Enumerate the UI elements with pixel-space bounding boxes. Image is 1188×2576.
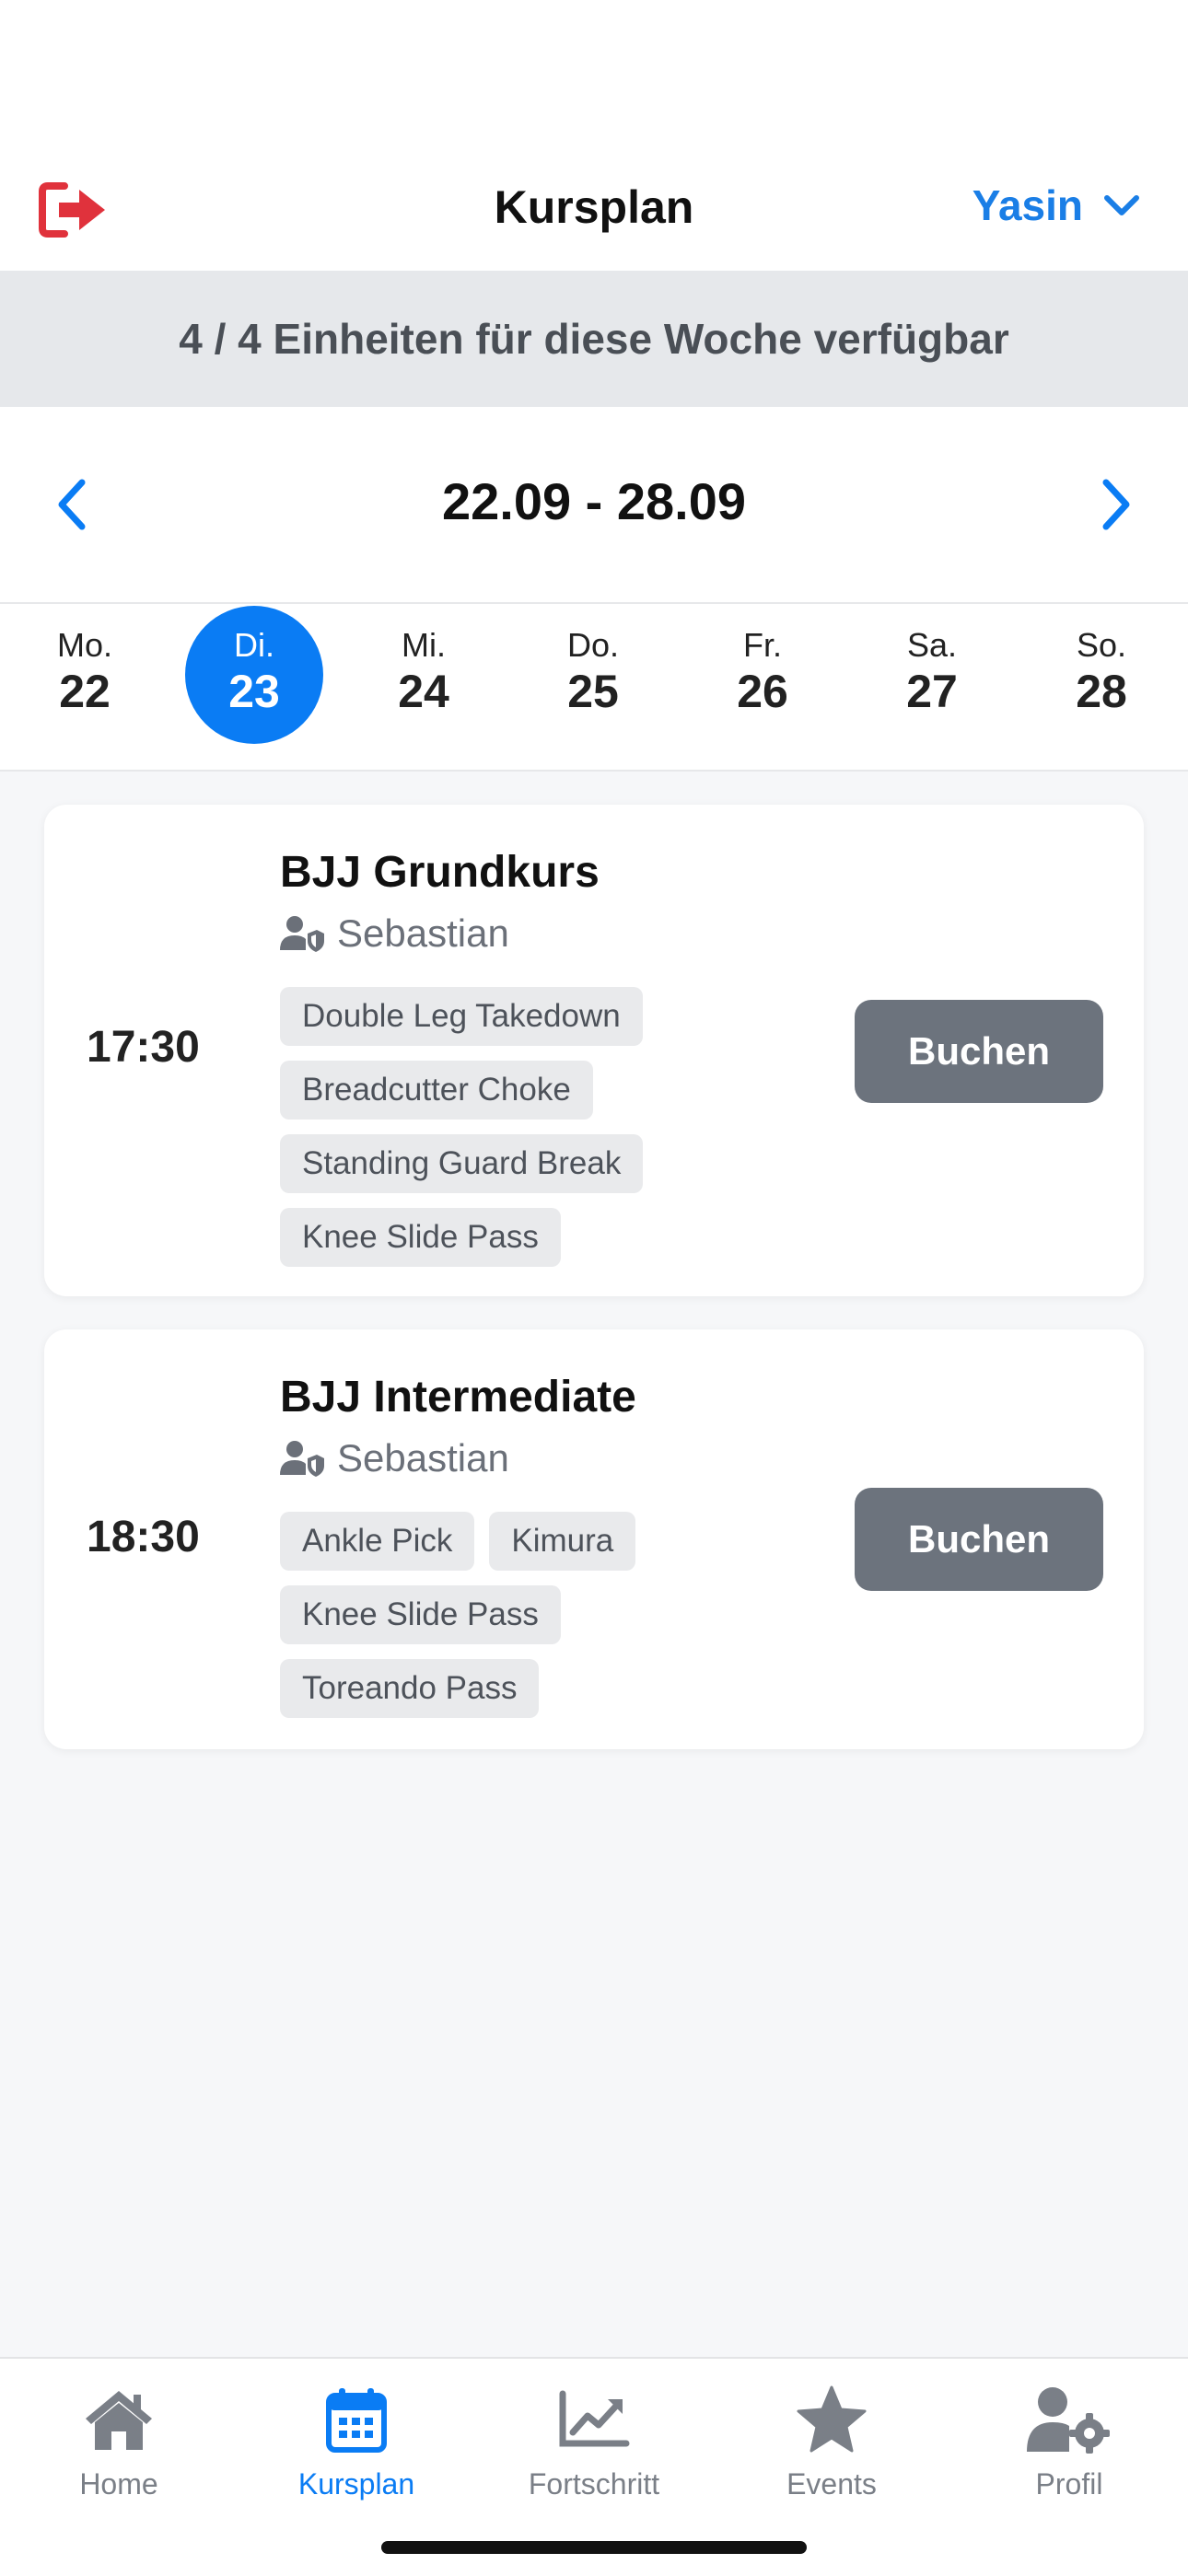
day-item-so[interactable]: So. 28 [1017,604,1186,770]
day-number: 28 [1076,666,1127,717]
availability-banner: 4 / 4 Einheiten für diese Woche verfügba… [0,271,1188,407]
day-number: 27 [906,666,958,717]
tab-home[interactable]: Home [0,2372,238,2510]
trainer-name: Sebastian [337,911,509,955]
day-number: 26 [737,666,788,717]
day-name: So. [1076,626,1127,664]
book-button[interactable]: Buchen [855,1000,1103,1103]
day-name: Mi. [402,626,446,664]
course-trainer: Sebastian [280,1436,509,1480]
week-range: 22.09 - 28.09 [441,472,747,530]
user-shield-icon [280,1441,324,1477]
trainer-name: Sebastian [337,1436,509,1479]
day-number: 24 [398,666,449,717]
course-trainer: Sebastian [280,911,509,956]
technique-tag: Ankle Pick [280,1512,475,1571]
book-button[interactable]: Buchen [855,1488,1103,1591]
day-name: Fr. [743,626,782,664]
tab-label: Profil [1035,2467,1103,2501]
technique-tag: Standing Guard Break [280,1134,644,1193]
technique-tag: Kimura [489,1512,636,1571]
course-time: 18:30 [87,1513,200,1561]
tab-kursplan[interactable]: Kursplan [238,2372,475,2510]
day-item-fr[interactable]: Fr. 26 [678,604,847,770]
day-number: 23 [228,666,280,717]
technique-tag: Knee Slide Pass [280,1208,561,1267]
course-card: 17:30 BJJ Grundkurs Sebastian Double Leg… [44,805,1144,1296]
calendar-icon [326,2388,387,2453]
user-menu[interactable]: Yasin [973,180,1140,230]
course-title: BJJ Intermediate [280,1373,636,1421]
day-item-di[interactable]: Di. 23 [169,604,339,770]
home-indicator [381,2541,807,2554]
chart-line-icon [559,2390,630,2447]
technique-tag: Toreando Pass [280,1659,540,1718]
day-item-sa[interactable]: Sa. 27 [847,604,1017,770]
day-name: Mo. [56,626,112,664]
app-header: Kursplan Yasin [0,0,1188,271]
day-name: Di. [234,626,274,664]
next-week-button[interactable] [1079,468,1153,541]
tab-label: Home [79,2467,158,2501]
day-item-mi[interactable]: Mi. 24 [339,604,508,770]
user-name: Yasin [972,181,1083,229]
day-item-do[interactable]: Do. 25 [508,604,678,770]
day-number: 25 [567,666,619,717]
technique-tag: Knee Slide Pass [280,1585,561,1644]
star-icon [797,2385,867,2453]
chevron-right-icon [1102,479,1130,530]
course-card: 18:30 BJJ Intermediate Sebastian Ankle P… [44,1329,1144,1749]
week-navigation: 22.09 - 28.09 [0,407,1188,604]
day-name: Sa. [906,626,958,664]
technique-tags: Double Leg Takedown Breadcutter Choke St… [280,987,833,1267]
home-icon [86,2391,152,2450]
day-selector: Mo. 22 Di. 23 Mi. 24 Do. 25 Fr. 26 Sa. 2… [0,604,1188,772]
chevron-down-icon [1104,195,1139,215]
day-name: Do. [566,626,620,664]
user-gear-icon [1027,2387,1110,2454]
day-item-mo[interactable]: Mo. 22 [0,604,169,770]
tab-profil[interactable]: Profil [950,2372,1188,2510]
tab-label: Events [786,2467,877,2501]
technique-tag: Breadcutter Choke [280,1061,593,1120]
tab-label: Fortschritt [528,2467,660,2501]
tab-events[interactable]: Events [713,2372,950,2510]
user-shield-icon [280,916,324,952]
technique-tags: Ankle Pick Kimura Knee Slide Pass Torean… [280,1512,833,1718]
course-title: BJJ Grundkurs [280,848,600,897]
tab-fortschritt[interactable]: Fortschritt [475,2372,713,2510]
day-number: 22 [59,666,111,717]
tab-label: Kursplan [297,2467,415,2501]
course-time: 17:30 [87,1023,200,1072]
technique-tag: Double Leg Takedown [280,987,643,1046]
